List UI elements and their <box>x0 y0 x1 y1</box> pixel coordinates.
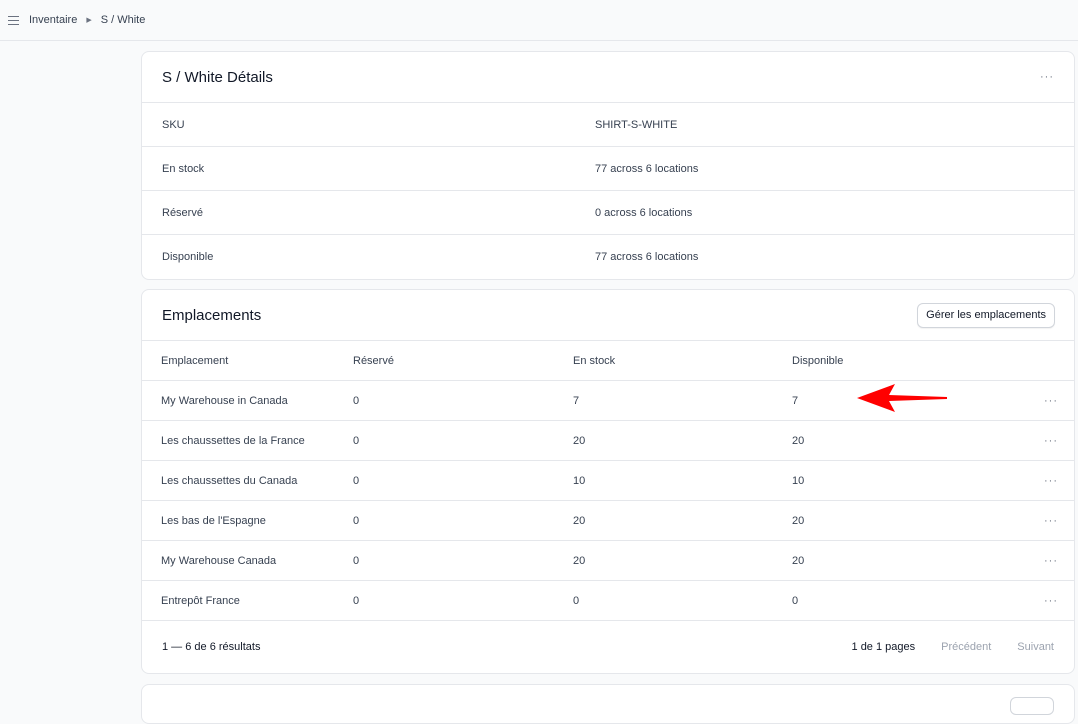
next-card-button[interactable] <box>1010 697 1054 715</box>
location-name: Les chaussettes de la France <box>161 434 305 447</box>
breadcrumb-current: S / White <box>100 14 146 26</box>
results-count: 1 — 6 de 6 résultats <box>162 641 261 653</box>
detail-label: Réservé <box>162 206 203 219</box>
pagination: 1 — 6 de 6 résultats 1 de 1 pages Précéd… <box>142 621 1074 673</box>
table-row[interactable]: Les chaussettes du Canada 0 10 10 ··· <box>142 461 1074 501</box>
detail-value: 77 across 6 locations <box>595 251 699 263</box>
detail-value: SHIRT-S-WHITE <box>595 118 678 131</box>
row-more-icon[interactable]: ··· <box>1034 595 1074 607</box>
row-more-icon[interactable]: ··· <box>1034 515 1074 527</box>
available-value: 20 <box>792 434 805 447</box>
row-more-icon[interactable]: ··· <box>1034 435 1074 447</box>
table-row[interactable]: Entrepôt France 0 0 0 ··· <box>142 581 1074 621</box>
row-more-icon[interactable]: ··· <box>1034 555 1074 567</box>
page-indicator: 1 de 1 pages <box>851 641 916 653</box>
row-more-icon[interactable]: ··· <box>1034 395 1074 407</box>
detail-label: Disponible <box>162 251 214 263</box>
details-card: S / White Détails ··· SKU SHIRT-S-WHITE … <box>141 51 1075 280</box>
location-name: Les bas de l'Espagne <box>161 514 266 527</box>
available-value: 0 <box>792 594 799 607</box>
detail-row-sku: SKU SHIRT-S-WHITE <box>142 103 1074 147</box>
reserved-value: 0 <box>353 474 360 487</box>
location-name: My Warehouse Canada <box>161 554 277 567</box>
locations-card: Emplacements Gérer les emplacements Empl… <box>141 289 1075 674</box>
available-value: 20 <box>792 554 805 567</box>
location-name: My Warehouse in Canada <box>161 394 288 407</box>
detail-row-reserved: Réservé 0 across 6 locations <box>142 191 1074 235</box>
detail-label: SKU <box>162 118 185 131</box>
breadcrumb-root[interactable]: Inventaire <box>29 14 77 26</box>
stock-value: 20 <box>573 434 586 447</box>
row-more-icon[interactable]: ··· <box>1034 475 1074 487</box>
column-header-stock: En stock <box>573 354 616 367</box>
stock-value: 0 <box>573 594 580 607</box>
table-row[interactable]: Les bas de l'Espagne 0 20 20 ··· <box>142 501 1074 541</box>
detail-label: En stock <box>162 162 205 175</box>
red-arrow-annotation-icon <box>857 384 947 412</box>
previous-page-button[interactable]: Précédent <box>941 641 991 653</box>
location-name: Les chaussettes du Canada <box>161 474 298 487</box>
table-row[interactable]: Les chaussettes de la France 0 20 20 ··· <box>142 421 1074 461</box>
available-value: 20 <box>792 514 805 527</box>
manage-locations-button[interactable]: Gérer les emplacements <box>917 302 1055 328</box>
next-card <box>141 684 1075 724</box>
stock-value: 10 <box>573 474 586 487</box>
detail-row-available: Disponible 77 across 6 locations <box>142 235 1074 279</box>
detail-value: 0 across 6 locations <box>595 206 693 219</box>
locations-title: Emplacements <box>162 306 262 324</box>
stock-value: 20 <box>573 554 586 567</box>
column-header-available: Disponible <box>792 354 844 367</box>
column-header-reserved: Réservé <box>353 354 394 367</box>
location-name: Entrepôt France <box>161 594 240 607</box>
column-header-location: Emplacement <box>161 354 229 367</box>
breadcrumb-separator-icon: ▶ <box>86 17 92 24</box>
stock-value: 20 <box>573 514 586 527</box>
reserved-value: 0 <box>353 554 360 567</box>
details-title: S / White Détails <box>162 68 273 86</box>
stock-value: 7 <box>573 394 580 407</box>
reserved-value: 0 <box>353 594 360 607</box>
hamburger-menu-icon[interactable] <box>8 15 19 25</box>
reserved-value: 0 <box>353 434 360 447</box>
available-value: 10 <box>792 474 805 487</box>
reserved-value: 0 <box>353 394 360 407</box>
details-header: S / White Détails ··· <box>142 52 1074 103</box>
details-more-icon[interactable]: ··· <box>1040 71 1054 83</box>
table-header: Emplacement Réservé En stock Disponible <box>142 341 1074 381</box>
detail-row-stock: En stock 77 across 6 locations <box>142 147 1074 191</box>
top-bar: Inventaire ▶ S / White <box>0 0 1078 41</box>
next-page-button[interactable]: Suivant <box>1017 641 1054 653</box>
table-row[interactable]: My Warehouse Canada 0 20 20 ··· <box>142 541 1074 581</box>
reserved-value: 0 <box>353 514 360 527</box>
detail-value: 77 across 6 locations <box>595 162 699 175</box>
locations-header: Emplacements Gérer les emplacements <box>142 290 1074 341</box>
